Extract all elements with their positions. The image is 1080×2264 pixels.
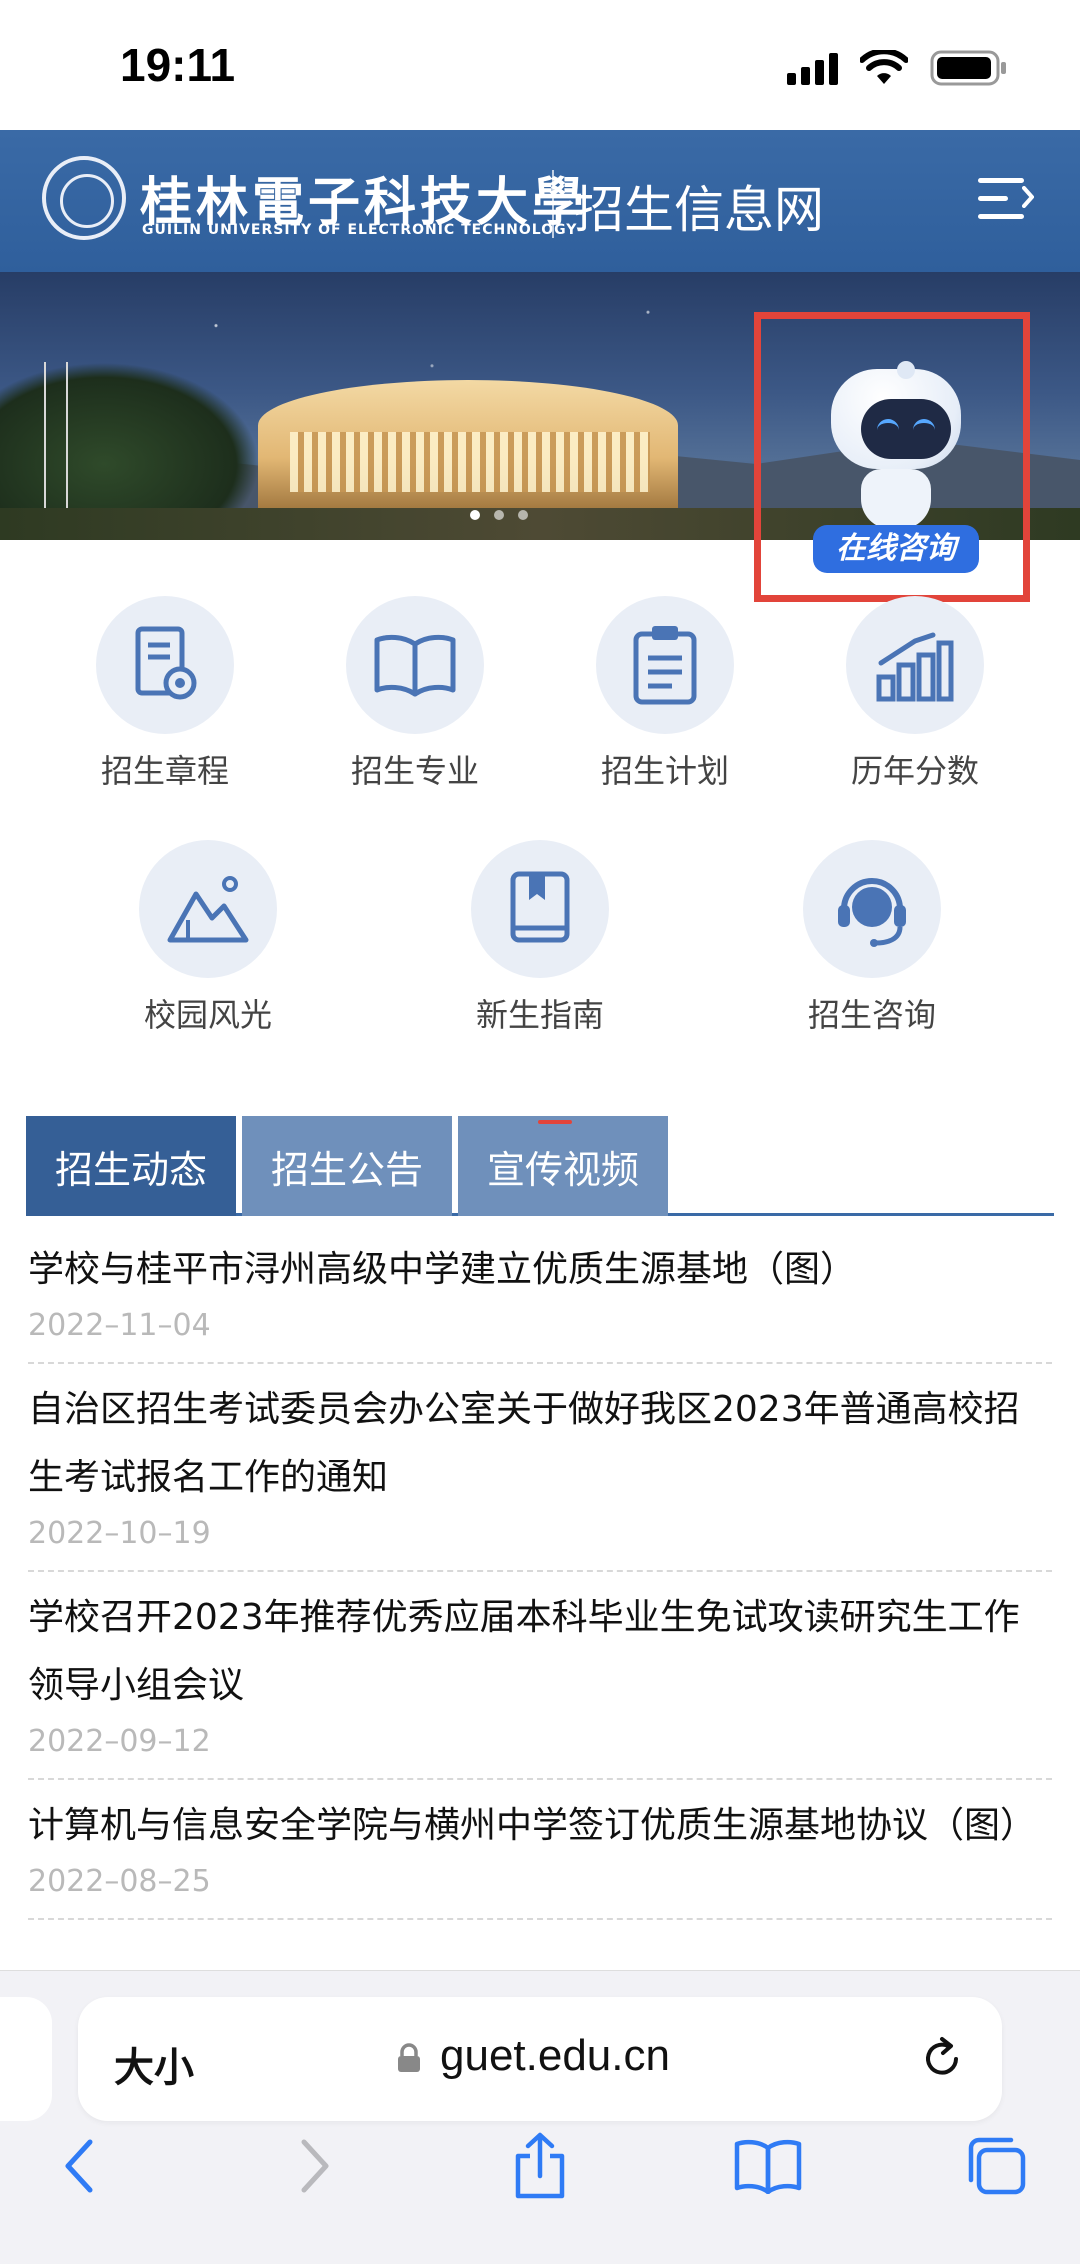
nav-label: 历年分数 xyxy=(850,752,979,790)
nav-admission-plan[interactable]: 招生计划 xyxy=(565,596,765,792)
clipboard-icon xyxy=(633,626,697,705)
site-title: 招生信息网 xyxy=(574,181,824,239)
nav-admission-majors[interactable]: 招生专业 xyxy=(315,596,515,792)
news-item[interactable]: 计算机与信息安全学院与横州中学签订优质生源基地协议（图） 2022–08–25 xyxy=(28,1780,1052,1920)
menu-line xyxy=(978,178,1024,183)
banner-dot[interactable] xyxy=(470,510,480,520)
status-time: 19:11 xyxy=(120,39,236,91)
site-header: 桂林電子科技大學 GUILIN UNIVERSITY OF ELECTRONIC… xyxy=(0,130,1080,272)
chevron-right-icon xyxy=(301,2139,329,2193)
news-title[interactable]: 计算机与信息安全学院与横州中学签订优质生源基地协议（图） xyxy=(28,1792,1052,1860)
cellular-signal-icon xyxy=(787,51,838,85)
news-date: 2022–08–25 xyxy=(28,1864,211,1899)
banner-dot[interactable] xyxy=(518,510,528,520)
share-button[interactable] xyxy=(500,2126,580,2206)
nav-label: 校园风光 xyxy=(143,996,272,1034)
news-tabs: 招生动态 招生公告 宣传视频 xyxy=(26,1116,1054,1216)
robot-icon xyxy=(821,359,971,549)
forward-button[interactable] xyxy=(274,2126,354,2206)
nav-label: 新生指南 xyxy=(475,996,604,1034)
nav-label: 招生章程 xyxy=(100,752,229,790)
news-item[interactable]: 学校与桂平市浔州高级中学建立优质生源基地（图） 2022–11–04 xyxy=(28,1224,1052,1364)
wifi-icon xyxy=(860,50,908,86)
menu-line xyxy=(978,214,1024,219)
text-size-button[interactable]: 大小 xyxy=(114,2035,194,2093)
university-english-name: GUILIN UNIVERSITY OF ELECTRONIC TECHNOLO… xyxy=(142,222,578,238)
news-item[interactable]: 学校召开2023年推荐优秀应届本科毕业生免试攻读研究生工作领导小组会议 2022… xyxy=(28,1572,1052,1780)
reload-icon[interactable] xyxy=(918,2035,966,2083)
share-icon xyxy=(515,2132,565,2199)
news-date: 2022–10–19 xyxy=(28,1516,211,1551)
nav-campus-scenery[interactable]: 校园风光 xyxy=(108,840,308,1036)
nav-freshman-guide[interactable]: 新生指南 xyxy=(440,840,640,1036)
lock-icon xyxy=(398,2043,420,2072)
news-title[interactable]: 学校与桂平市浔州高级中学建立优质生源基地（图） xyxy=(28,1236,1052,1304)
news-item[interactable]: 自治区招生考试委员会办公室关于做好我区2023年普通高校招生考试报名工作的通知 … xyxy=(28,1364,1052,1572)
menu-button[interactable] xyxy=(978,176,1034,222)
address-bar[interactable]: 大小 guet.edu.cn xyxy=(78,1997,1002,2121)
tabs-button[interactable] xyxy=(956,2126,1036,2206)
news-title[interactable]: 学校召开2023年推荐优秀应届本科毕业生免试攻读研究生工作领导小组会议 xyxy=(28,1584,1052,1720)
banner-dot[interactable] xyxy=(494,510,504,520)
browser-toolbar xyxy=(0,2126,1080,2244)
bookmarks-button[interactable] xyxy=(728,2126,808,2206)
news-title[interactable]: 自治区招生考试委员会办公室关于做好我区2023年普通高校招生考试报名工作的通知 xyxy=(28,1376,1052,1512)
headset-icon xyxy=(838,878,906,947)
status-bar: 19:11 xyxy=(0,0,1080,130)
chevron-left-icon xyxy=(65,2139,93,2193)
previous-tab-card[interactable] xyxy=(0,1997,52,2121)
status-icons xyxy=(787,50,1008,86)
back-button[interactable] xyxy=(40,2126,120,2206)
mountain-icon xyxy=(167,876,249,943)
nav-past-scores[interactable]: 历年分数 xyxy=(815,596,1015,792)
book-icon xyxy=(510,871,570,943)
tab-promo-videos[interactable]: 宣传视频 xyxy=(458,1116,668,1216)
tab-admission-announcements[interactable]: 招生公告 xyxy=(242,1116,452,1216)
menu-arrow-icon xyxy=(1022,186,1034,208)
document-seal-icon xyxy=(135,626,197,700)
nav-label: 招生咨询 xyxy=(807,996,936,1034)
tab-label: 宣传视频 xyxy=(486,1147,639,1192)
tabs-overview-icon xyxy=(968,2137,1026,2195)
news-list: 学校与桂平市浔州高级中学建立优质生源基地（图） 2022–11–04 自治区招生… xyxy=(28,1224,1052,1920)
bookmarks-book-icon xyxy=(734,2139,802,2194)
header-divider xyxy=(552,170,554,238)
tab-marker xyxy=(538,1120,572,1124)
online-consult-chatbot[interactable]: 在线咨询 xyxy=(754,312,1030,602)
nav-admission-consult[interactable]: 招生咨询 xyxy=(772,840,972,1036)
news-date: 2022–09–12 xyxy=(28,1724,211,1759)
bar-chart-icon xyxy=(876,632,954,702)
nav-label: 招生专业 xyxy=(350,752,479,790)
battery-icon xyxy=(930,50,1008,86)
nav-admission-charter[interactable]: 招生章程 xyxy=(65,596,265,792)
open-book-icon xyxy=(374,634,456,697)
banner-pagination[interactable] xyxy=(470,510,528,520)
url-text[interactable]: guet.edu.cn xyxy=(440,2031,670,2081)
news-date: 2022–11–04 xyxy=(28,1308,211,1343)
university-seal-logo[interactable] xyxy=(42,156,126,240)
online-consult-label[interactable]: 在线咨询 xyxy=(813,525,979,573)
nav-label: 招生计划 xyxy=(600,752,729,790)
menu-line xyxy=(978,196,1008,201)
tab-admission-news[interactable]: 招生动态 xyxy=(26,1116,236,1216)
